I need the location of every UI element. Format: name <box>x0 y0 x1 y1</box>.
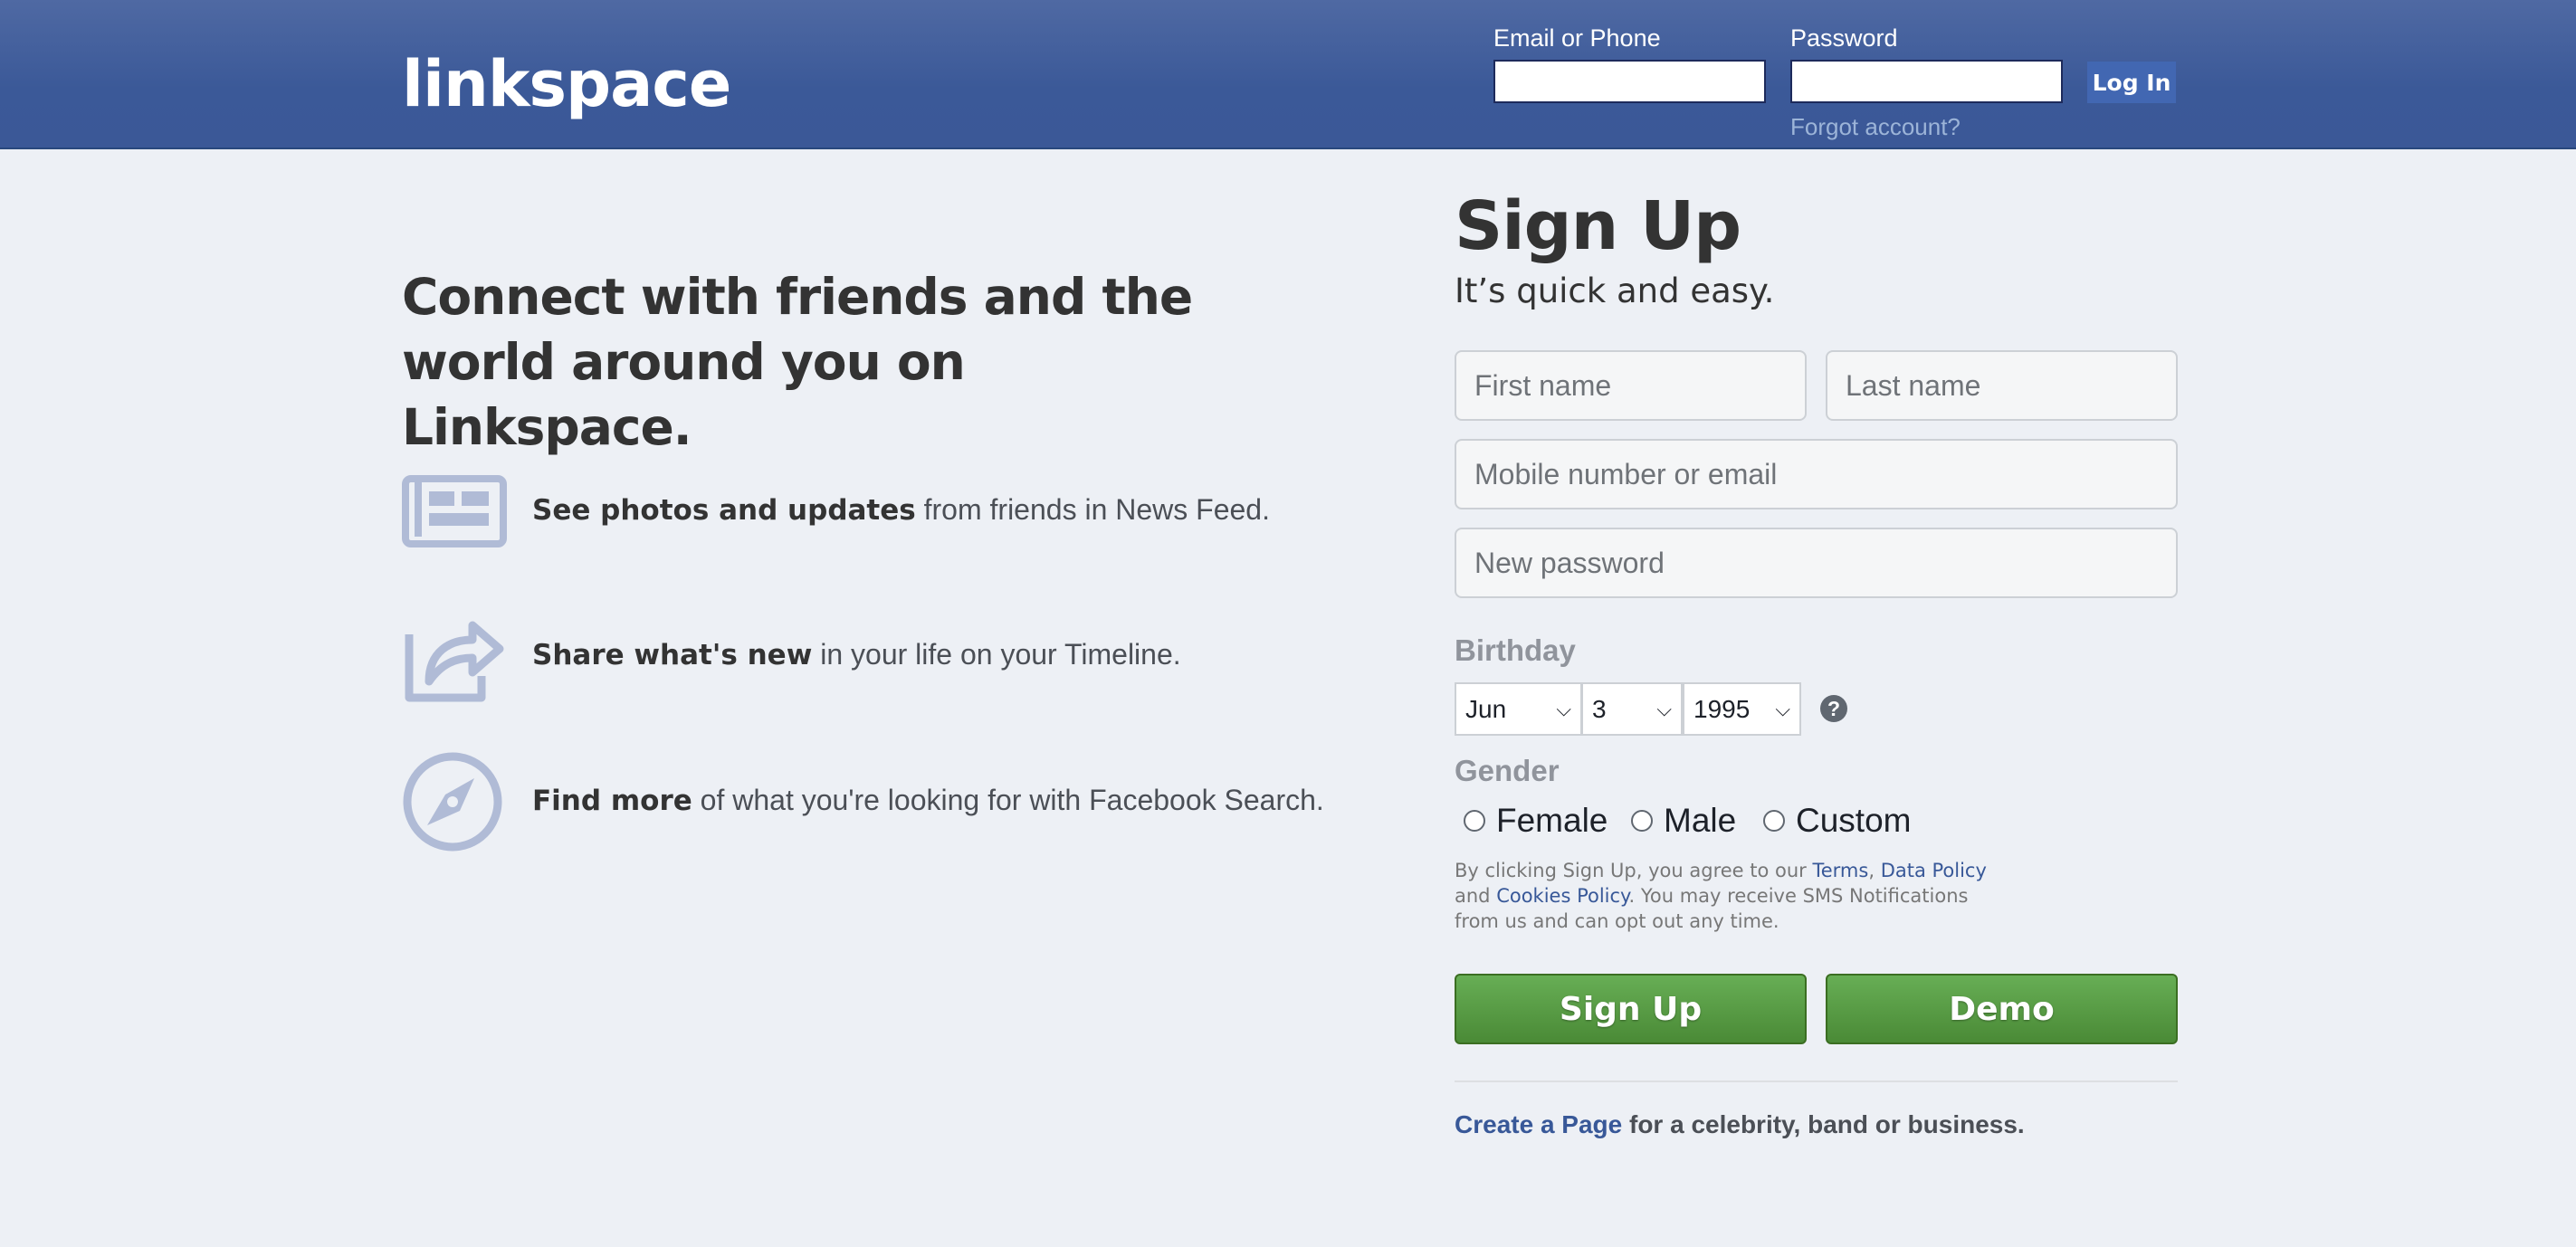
share-icon <box>405 621 504 702</box>
feature-news-feed: See photos and updates from friends in N… <box>402 459 1398 567</box>
linkspace-logo[interactable]: linkspace <box>402 47 731 121</box>
last-name-input[interactable] <box>1826 350 2178 421</box>
feature-bold: Find more <box>532 785 692 817</box>
birthday-year-select[interactable]: 1995 ⌵ <box>1683 682 1801 736</box>
demo-button[interactable]: Demo <box>1826 974 2178 1044</box>
create-page-text: Create a Page for a celebrity, band or b… <box>1455 1110 2025 1139</box>
birthday-month-value: Jun <box>1465 694 1507 723</box>
feature-search-text: Find more of what you're looking for wit… <box>532 784 1324 817</box>
create-page-rest: for a celebrity, band or business. <box>1622 1110 2025 1138</box>
feature-timeline: Share what's new in your life on your Ti… <box>402 604 1398 712</box>
feature-rest: of what you're looking for with Facebook… <box>700 784 1324 816</box>
divider <box>1455 1080 2178 1082</box>
birthday-day-value: 3 <box>1592 694 1607 723</box>
login-password-input[interactable] <box>1790 60 2063 103</box>
gender-female-radio[interactable]: Female <box>1464 798 1608 843</box>
gender-option-label: Female <box>1496 802 1608 839</box>
feature-news-feed-text: See photos and updates from friends in N… <box>532 493 1270 527</box>
news-feed-icon <box>402 475 507 547</box>
chevron-down-icon: ⌵ <box>1556 697 1571 720</box>
create-page-link[interactable]: Create a Page <box>1455 1110 1622 1138</box>
gender-male-radio[interactable]: Male <box>1631 798 1736 843</box>
new-password-input[interactable] <box>1455 528 2178 598</box>
top-bar: linkspace Email or Phone Password Log In… <box>0 0 2576 149</box>
page-headline: Connect with friends and the world aroun… <box>402 268 1193 456</box>
radio-button[interactable] <box>1763 810 1785 832</box>
feature-timeline-text: Share what's new in your life on your Ti… <box>532 638 1181 671</box>
radio-button[interactable] <box>1631 810 1653 832</box>
feature-bold: See photos and updates <box>532 494 916 527</box>
chevron-down-icon: ⌵ <box>1656 697 1672 720</box>
mobile-email-input[interactable] <box>1455 439 2178 509</box>
legal-text: By clicking Sign Up, you agree to our <box>1455 860 1813 881</box>
birthday-month-select[interactable]: Jun ⌵ <box>1455 682 1582 736</box>
compass-icon <box>403 752 502 852</box>
birthday-label: Birthday <box>1455 633 1576 667</box>
login-email-input[interactable] <box>1493 60 1766 103</box>
help-icon[interactable]: ? <box>1820 695 1847 722</box>
first-name-input[interactable] <box>1455 350 1807 421</box>
email-label: Email or Phone <box>1493 24 1661 52</box>
legal-text: and <box>1455 885 1497 907</box>
legal-text: , <box>1868 860 1881 881</box>
terms-link[interactable]: Terms <box>1812 860 1868 881</box>
signup-button[interactable]: Sign Up <box>1455 974 1807 1044</box>
legal-notice: By clicking Sign Up, you agree to our Te… <box>1455 858 2016 934</box>
signup-subtitle: It’s quick and easy. <box>1455 271 1775 310</box>
login-button[interactable]: Log In <box>2087 62 2176 103</box>
gender-option-label: Male <box>1664 802 1737 839</box>
gender-option-label: Custom <box>1796 802 1912 839</box>
feature-rest: in your life on your Timeline. <box>820 638 1181 671</box>
signup-title: Sign Up <box>1455 187 1741 265</box>
birthday-year-value: 1995 <box>1693 694 1751 723</box>
feature-search: Find more of what you're looking for wit… <box>402 749 1398 858</box>
cookies-policy-link[interactable]: Cookies Policy <box>1496 885 1628 907</box>
password-label: Password <box>1790 24 1898 52</box>
gender-label: Gender <box>1455 754 1560 787</box>
forgot-account-link[interactable]: Forgot account? <box>1790 113 1961 141</box>
birthday-day-select[interactable]: 3 ⌵ <box>1581 682 1683 736</box>
feature-bold: Share what's new <box>532 639 813 671</box>
radio-button[interactable] <box>1464 810 1485 832</box>
data-policy-link[interactable]: Data Policy <box>1881 860 1987 881</box>
gender-custom-radio[interactable]: Custom <box>1763 798 1911 843</box>
feature-rest: from friends in News Feed. <box>923 493 1270 526</box>
chevron-down-icon: ⌵ <box>1775 697 1790 720</box>
